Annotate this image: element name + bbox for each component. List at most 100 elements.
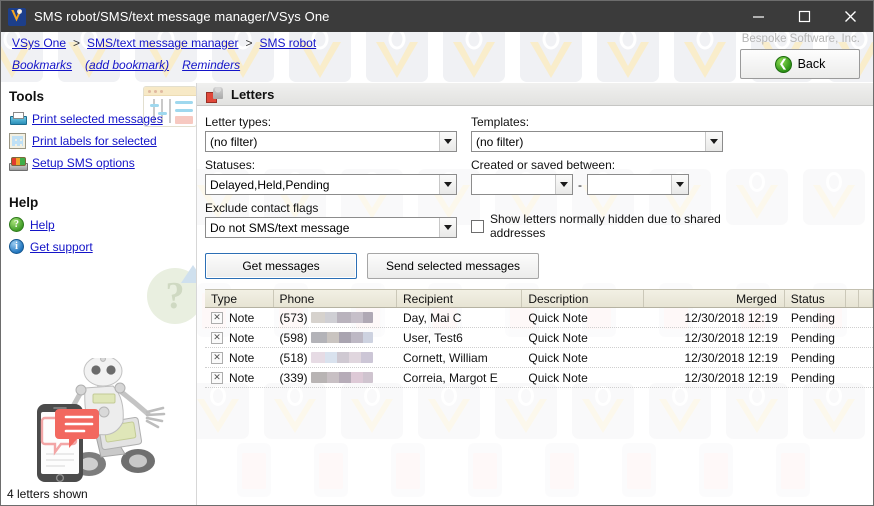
chevron-down-icon	[705, 132, 722, 151]
letter-types-value: (no filter)	[206, 135, 439, 149]
chevron-down-icon	[439, 175, 456, 194]
sidebar-item-label: Print selected messages	[32, 112, 163, 126]
main-panel: Letters Letter types: (no filter) S	[197, 83, 873, 505]
status-bar: 4 letters shown	[1, 483, 197, 505]
cell-status: Pending	[785, 331, 846, 345]
exclude-flags-group: Exclude contact flags Do not SMS/text me…	[205, 201, 463, 238]
close-icon[interactable]	[827, 1, 873, 32]
sidebar-item-label: Get support	[30, 240, 93, 254]
show-hidden-checkbox[interactable]	[471, 220, 484, 233]
statuses-select[interactable]: Delayed,Held,Pending	[205, 174, 457, 195]
created-between-label: Created or saved between:	[471, 158, 731, 172]
table-row[interactable]: ✕ Note (339) Correia, Margot E Quick Not…	[205, 368, 873, 388]
cell-merged: 12/30/2018 12:19	[644, 311, 785, 325]
breadcrumb-item-2[interactable]: SMS robot	[259, 36, 316, 50]
bookmarks-bar: Bookmarks (add bookmark) Reminders	[12, 58, 240, 72]
created-from-select[interactable]	[471, 174, 573, 195]
templates-label: Templates:	[471, 115, 731, 129]
cell-merged: 12/30/2018 12:19	[644, 371, 785, 385]
maximize-icon[interactable]	[781, 1, 827, 32]
app-window: SMS robot/SMS/text message manager/VSys …	[0, 0, 874, 506]
letters-robot-icon	[206, 86, 224, 103]
phone-prefix: (339)	[280, 371, 308, 385]
column-header-description[interactable]: Description	[522, 290, 644, 307]
cell-description: Quick Note	[522, 351, 644, 365]
chevron-down-icon	[439, 218, 456, 237]
letter-types-select[interactable]: (no filter)	[205, 131, 457, 152]
cell-recipient: Cornett, William	[397, 351, 522, 365]
cell-recipient: Day, Mai C	[397, 311, 522, 325]
minimize-icon[interactable]	[735, 1, 781, 32]
column-header-status[interactable]: Status	[785, 290, 846, 307]
templates-group: Templates: (no filter)	[471, 115, 731, 152]
show-hidden-label: Show letters normally hidden due to shar…	[490, 212, 731, 240]
note-x-icon: ✕	[211, 352, 223, 364]
back-button[interactable]: ❮ Back	[740, 49, 860, 79]
get-messages-button[interactable]: Get messages	[205, 253, 357, 279]
action-buttons: Get messages Send selected messages	[205, 253, 873, 279]
letter-types-label: Letter types:	[205, 115, 463, 129]
status-text: 4 letters shown	[7, 487, 88, 501]
show-hidden-row[interactable]: Show letters normally hidden due to shar…	[471, 212, 731, 240]
cell-status: Pending	[785, 311, 846, 325]
printer-icon	[9, 111, 26, 127]
send-selected-messages-button[interactable]: Send selected messages	[367, 253, 539, 279]
letter-types-group: Letter types: (no filter)	[205, 115, 463, 152]
sidebar-item-print-labels[interactable]: Print labels for selected	[9, 130, 196, 151]
sidebar-item-label: Help	[30, 218, 55, 232]
column-header-extra-1[interactable]	[846, 290, 860, 307]
breadcrumb-item-0[interactable]: VSys One	[12, 36, 66, 50]
templates-value: (no filter)	[472, 135, 705, 149]
sidebar-item-help[interactable]: ? Help	[9, 214, 196, 235]
exclude-flags-select[interactable]: Do not SMS/text message	[205, 217, 457, 238]
window-controls	[735, 1, 873, 32]
created-between-group: Created or saved between: -	[471, 158, 731, 195]
sidebar-content: Tools Print selected messages Print labe…	[1, 83, 196, 257]
column-header-merged[interactable]: Merged	[644, 290, 785, 307]
chevron-down-icon	[671, 175, 688, 194]
templates-select[interactable]: (no filter)	[471, 131, 723, 152]
window-title: SMS robot/SMS/text message manager/VSys …	[34, 9, 329, 24]
bookmarks-link[interactable]: Bookmarks	[12, 58, 72, 72]
labels-icon	[9, 133, 26, 149]
page-title: Letters	[231, 87, 274, 102]
cell-phone: (518)	[274, 351, 397, 365]
chevron-down-icon	[439, 132, 456, 151]
cell-phone: (339)	[274, 371, 397, 385]
sidebar-item-setup-sms-options[interactable]: Setup SMS options	[9, 152, 196, 173]
cell-type: ✕ Note	[205, 351, 274, 365]
column-header-type[interactable]: Type	[205, 290, 274, 307]
table-row[interactable]: ✕ Note (573) Day, Mai C Quick Note	[205, 308, 873, 328]
cell-description: Quick Note	[522, 331, 644, 345]
sidebar-item-print-selected-messages[interactable]: Print selected messages	[9, 108, 196, 129]
sms-device-icon	[9, 155, 26, 171]
sidebar-item-get-support[interactable]: i Get support	[9, 236, 196, 257]
column-header-phone[interactable]: Phone	[274, 290, 397, 307]
title-bar: SMS robot/SMS/text message manager/VSys …	[1, 1, 873, 32]
cell-recipient: User, Test6	[397, 331, 522, 345]
created-to-select[interactable]	[587, 174, 689, 195]
help-watermark-icon: ?	[147, 268, 197, 324]
table-row[interactable]: ✕ Note (598) User, Test6 Quick Note	[205, 328, 873, 348]
cell-merged: 12/30/2018 12:19	[644, 351, 785, 365]
breadcrumb-separator: >	[245, 36, 252, 50]
filter-form: Letter types: (no filter) Statuses: Dela…	[197, 106, 873, 388]
breadcrumb: VSys One > SMS/text message manager > SM…	[12, 36, 316, 50]
column-header-recipient[interactable]: Recipient	[397, 290, 522, 307]
cell-type-label: Note	[229, 331, 254, 345]
reminders-link[interactable]: Reminders	[182, 58, 240, 72]
cell-description: Quick Note	[522, 371, 644, 385]
phone-redacted-block	[311, 352, 373, 363]
phone-prefix: (518)	[280, 351, 308, 365]
breadcrumb-separator: >	[73, 36, 80, 50]
cell-merged: 12/30/2018 12:19	[644, 331, 785, 345]
cell-type-label: Note	[229, 351, 254, 365]
column-header-extra-2[interactable]	[859, 290, 873, 307]
sidebar: ? Tools Print selected messages Print la…	[1, 83, 197, 505]
phone-redacted-block	[311, 332, 373, 343]
cell-recipient: Correia, Margot E	[397, 371, 522, 385]
breadcrumb-item-1[interactable]: SMS/text message manager	[87, 36, 238, 50]
add-bookmark-link[interactable]: (add bookmark)	[85, 58, 169, 72]
table-row[interactable]: ✕ Note (518) Cornett, William Quick Note	[205, 348, 873, 368]
cell-type-label: Note	[229, 371, 254, 385]
